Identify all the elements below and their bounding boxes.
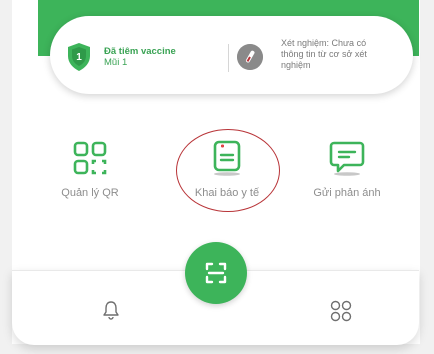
left-margin	[0, 0, 12, 354]
vaccine-dose-label: Mũi 1	[104, 57, 128, 68]
vaccine-shield-icon: 1	[68, 43, 90, 71]
apps-icon[interactable]	[330, 300, 352, 322]
highlight-circle	[176, 129, 280, 212]
vaccine-status: Đã tiêm vaccine Mũi 1	[104, 46, 234, 68]
qr-grid-icon	[73, 141, 107, 175]
vaccine-dose-badge: 1	[76, 52, 82, 63]
menu-label-qr: Quản lý QR	[61, 187, 119, 199]
card-divider	[228, 44, 229, 72]
bottom-margin	[0, 344, 434, 354]
app-screen: 1 Đã tiêm vaccine Mũi 1 Xét nghiệm: Chưa…	[0, 0, 434, 354]
scan-icon	[205, 262, 227, 284]
health-status-card[interactable]: 1 Đã tiêm vaccine Mũi 1 Xét nghiệm: Chưa…	[50, 16, 413, 94]
menu-label-feedback: Gửi phản ánh	[313, 187, 381, 199]
menu-item-feedback[interactable]: Gửi phản ánh	[287, 140, 407, 199]
bell-icon[interactable]	[102, 300, 120, 320]
test-status-text: Xét nghiệm: Chưa có thông tin từ cơ sở x…	[281, 38, 367, 70]
right-margin	[420, 0, 434, 354]
test-tube-icon	[237, 44, 263, 70]
feedback-chat-icon	[329, 141, 365, 176]
scan-button[interactable]	[185, 242, 247, 304]
menu-item-qr[interactable]: Quản lý QR	[30, 140, 150, 199]
vaccine-status-title: Đã tiêm vaccine	[104, 46, 176, 57]
